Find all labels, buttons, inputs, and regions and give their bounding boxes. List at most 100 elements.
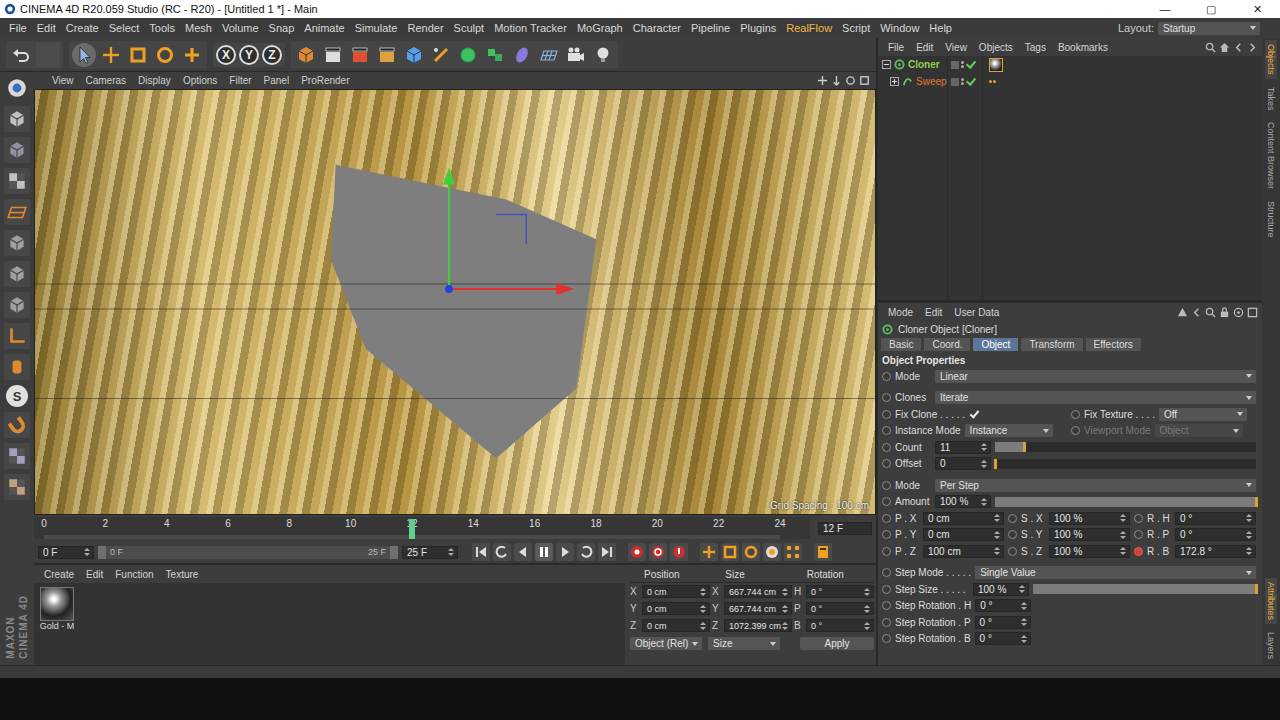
coordinate-system-icon[interactable] [294, 43, 318, 67]
rotation-field[interactable]: 0 ° [806, 585, 874, 598]
attribute-tab[interactable]: Object [973, 338, 1018, 351]
parameter-field[interactable]: 100 % [1049, 528, 1130, 541]
object-manager-menu-item[interactable]: Tags [1019, 42, 1052, 53]
texture-mode-icon[interactable] [4, 168, 30, 194]
go-to-end-icon[interactable] [598, 543, 616, 561]
menu-item[interactable]: Animate [299, 22, 349, 34]
back-icon[interactable] [1191, 307, 1202, 318]
record-icon[interactable] [628, 543, 646, 561]
layer-icon[interactable] [951, 61, 959, 69]
size-field[interactable]: 1072.399 cm [724, 619, 792, 632]
start-frame-field[interactable]: 0 F [38, 546, 94, 559]
axis-mode-icon[interactable] [4, 323, 30, 349]
sweep-tag-icon[interactable] [989, 80, 996, 83]
side-tab[interactable]: Takes [1265, 83, 1277, 115]
parameter-dropdown[interactable]: Linear [935, 370, 1256, 383]
camera-icon[interactable] [564, 43, 588, 67]
keyframe-selection-icon[interactable] [670, 543, 688, 561]
window-control-button[interactable]: ▢ [1188, 0, 1234, 18]
current-frame-field[interactable]: 12 F [818, 522, 872, 535]
parameter-field[interactable]: 100 % [935, 495, 991, 508]
expand-toggle[interactable] [882, 60, 891, 69]
material-menu-item[interactable]: Edit [80, 569, 109, 580]
scale-icon[interactable] [126, 43, 150, 67]
viewport-menu-item[interactable]: Cameras [80, 75, 133, 86]
parameter-field[interactable]: 0 cm [923, 512, 1004, 525]
keyframe-button[interactable] [882, 459, 891, 468]
keyframe-button[interactable] [882, 410, 891, 419]
expand-toggle[interactable] [890, 77, 899, 86]
menu-item[interactable]: Help [924, 22, 957, 34]
options-icon[interactable] [1233, 307, 1244, 318]
key-parameter-icon[interactable] [763, 543, 781, 561]
parameter-field[interactable]: 172.8 ° [1175, 545, 1256, 558]
axis-lock-button[interactable]: Z [262, 45, 282, 65]
menu-item[interactable]: Sculpt [449, 22, 490, 34]
parameter-field[interactable]: 100 % [1049, 512, 1130, 525]
magnet-icon[interactable] [4, 412, 30, 438]
keyframe-button[interactable] [882, 426, 891, 435]
keyframe-button[interactable] [882, 514, 891, 523]
preview-range-slider[interactable]: 0 F25 F [98, 546, 398, 559]
keyframe-button[interactable] [1134, 547, 1143, 556]
render-settings-icon[interactable] [375, 43, 399, 67]
key-scale-icon[interactable] [721, 543, 739, 561]
play-pause-icon[interactable] [535, 543, 553, 561]
object-manager-menu-item[interactable]: Edit [910, 42, 939, 53]
object-row[interactable]: Cloner [878, 56, 1262, 73]
keyframe-button[interactable] [882, 618, 891, 627]
material-tag-icon[interactable] [989, 58, 1003, 72]
keyframe-button[interactable] [882, 634, 891, 643]
model-mode-icon[interactable] [4, 137, 30, 163]
coordinate-mode-dropdown[interactable]: Object (Rel) [630, 637, 702, 650]
object-row[interactable]: Sweep [878, 73, 1262, 90]
forward-icon[interactable] [1247, 42, 1258, 53]
rotate-icon[interactable] [153, 43, 177, 67]
menu-item[interactable]: Tools [144, 22, 180, 34]
move-icon[interactable] [99, 43, 123, 67]
live-select-icon[interactable] [72, 43, 96, 67]
slider-handle[interactable] [1023, 442, 1026, 452]
parameter-field[interactable]: 100 cm [923, 545, 1004, 558]
parameter-field[interactable]: 0 cm [923, 528, 1004, 541]
parameter-slider[interactable] [995, 459, 1256, 469]
redo-icon[interactable] [36, 43, 60, 67]
end-frame-field[interactable]: 25 F [402, 546, 458, 559]
back-icon[interactable] [1233, 42, 1244, 53]
viewport-menu-item[interactable]: Display [132, 75, 177, 86]
window-control-button[interactable]: ✕ [1234, 0, 1280, 18]
subdivision-icon[interactable] [456, 43, 480, 67]
side-tab[interactable]: Structure [1265, 197, 1277, 242]
rotation-field[interactable]: 0 ° [806, 602, 874, 615]
visibility-icon[interactable] [961, 78, 964, 85]
autokey-icon[interactable] [649, 543, 667, 561]
next-frame-icon[interactable] [556, 543, 574, 561]
parameter-dropdown[interactable]: Single Value [975, 566, 1256, 579]
keyframe-button[interactable] [1071, 410, 1080, 419]
up-arrow-icon[interactable] [1177, 307, 1188, 318]
keyframe-button[interactable] [882, 585, 891, 594]
viewport-menu-item[interactable]: Panel [258, 75, 296, 86]
pan-icon[interactable] [817, 75, 828, 86]
material-menu-item[interactable]: Function [109, 569, 159, 580]
slider-handle[interactable] [994, 459, 997, 469]
keyframe-button[interactable] [1008, 514, 1017, 523]
object-manager-menu-item[interactable]: File [882, 42, 910, 53]
attribute-tab[interactable]: Basic [881, 338, 921, 351]
polygons-mode-icon[interactable] [4, 292, 30, 318]
keyframe-button[interactable] [882, 443, 891, 452]
parameter-slider[interactable] [995, 442, 1256, 452]
menu-item[interactable]: Character [628, 22, 686, 34]
side-tab[interactable]: Objects [1265, 40, 1277, 79]
enabled-check-icon[interactable] [966, 58, 976, 69]
menu-item[interactable]: RealFlow [781, 22, 837, 34]
timeline-window-icon[interactable] [814, 543, 832, 561]
keyframe-button[interactable] [882, 481, 891, 490]
keyframe-button[interactable] [1134, 514, 1143, 523]
edges-mode-icon[interactable] [4, 261, 30, 287]
viewport-menu-item[interactable]: ProRender [295, 75, 355, 86]
menu-item[interactable]: Edit [32, 22, 61, 34]
axis-lock-button[interactable]: Y [239, 45, 259, 65]
key-rotation-icon[interactable] [742, 543, 760, 561]
parameter-field[interactable]: 0 [935, 457, 991, 470]
